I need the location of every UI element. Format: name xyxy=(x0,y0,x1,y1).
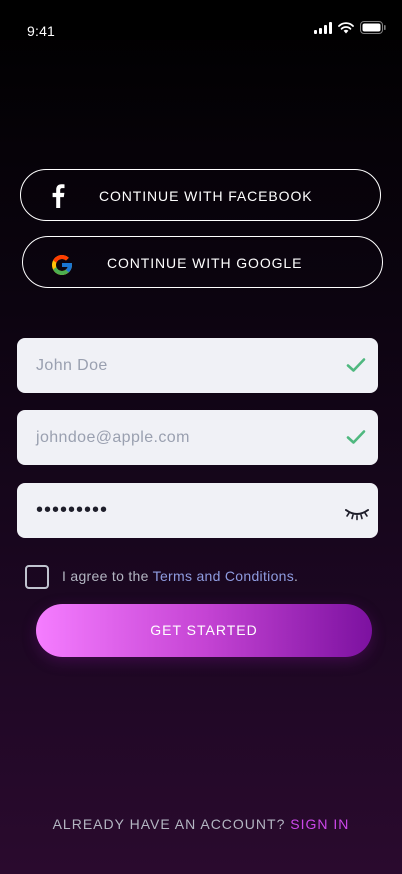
status-bar: 9:41 xyxy=(0,0,402,40)
facebook-button-label: CONTINUE WITH FACEBOOK xyxy=(99,188,313,204)
check-icon xyxy=(346,430,366,444)
status-icons xyxy=(314,21,386,34)
get-started-label: GET STARTED xyxy=(150,622,258,638)
password-field[interactable]: ••••••••• xyxy=(17,483,378,538)
terms-link[interactable]: Terms and Conditions xyxy=(153,568,294,584)
status-time: 9:41 xyxy=(27,23,56,39)
email-value: johndoe@apple.com xyxy=(36,429,190,446)
continue-google-button[interactable]: CONTINUE WITH GOOGLE xyxy=(22,236,383,288)
google-button-label: CONTINUE WITH GOOGLE xyxy=(107,255,303,271)
continue-facebook-button[interactable]: CONTINUE WITH FACEBOOK xyxy=(20,169,381,221)
battery-icon xyxy=(360,21,386,34)
agree-prefix: I agree to the xyxy=(62,568,153,584)
agree-suffix: . xyxy=(294,568,299,584)
account-question: ALREADY HAVE AN ACCOUNT? xyxy=(52,816,286,832)
signal-icon xyxy=(314,21,332,34)
check-icon xyxy=(346,358,366,372)
name-value: John Doe xyxy=(36,357,108,374)
signin-row: ALREADY HAVE AN ACCOUNT? SIGN IN xyxy=(0,816,402,832)
email-field[interactable]: johndoe@apple.com xyxy=(17,410,378,465)
google-icon xyxy=(52,255,72,275)
eye-closed-icon[interactable] xyxy=(345,507,369,521)
name-field[interactable]: John Doe xyxy=(17,338,378,393)
wifi-icon xyxy=(338,21,354,33)
get-started-button[interactable]: GET STARTED xyxy=(36,604,372,657)
agree-text: I agree to the Terms and Conditions. xyxy=(62,568,298,584)
sign-in-link[interactable]: SIGN IN xyxy=(290,816,349,832)
agree-checkbox[interactable] xyxy=(25,565,49,589)
facebook-icon xyxy=(52,184,65,208)
password-value: ••••••••• xyxy=(36,499,109,521)
